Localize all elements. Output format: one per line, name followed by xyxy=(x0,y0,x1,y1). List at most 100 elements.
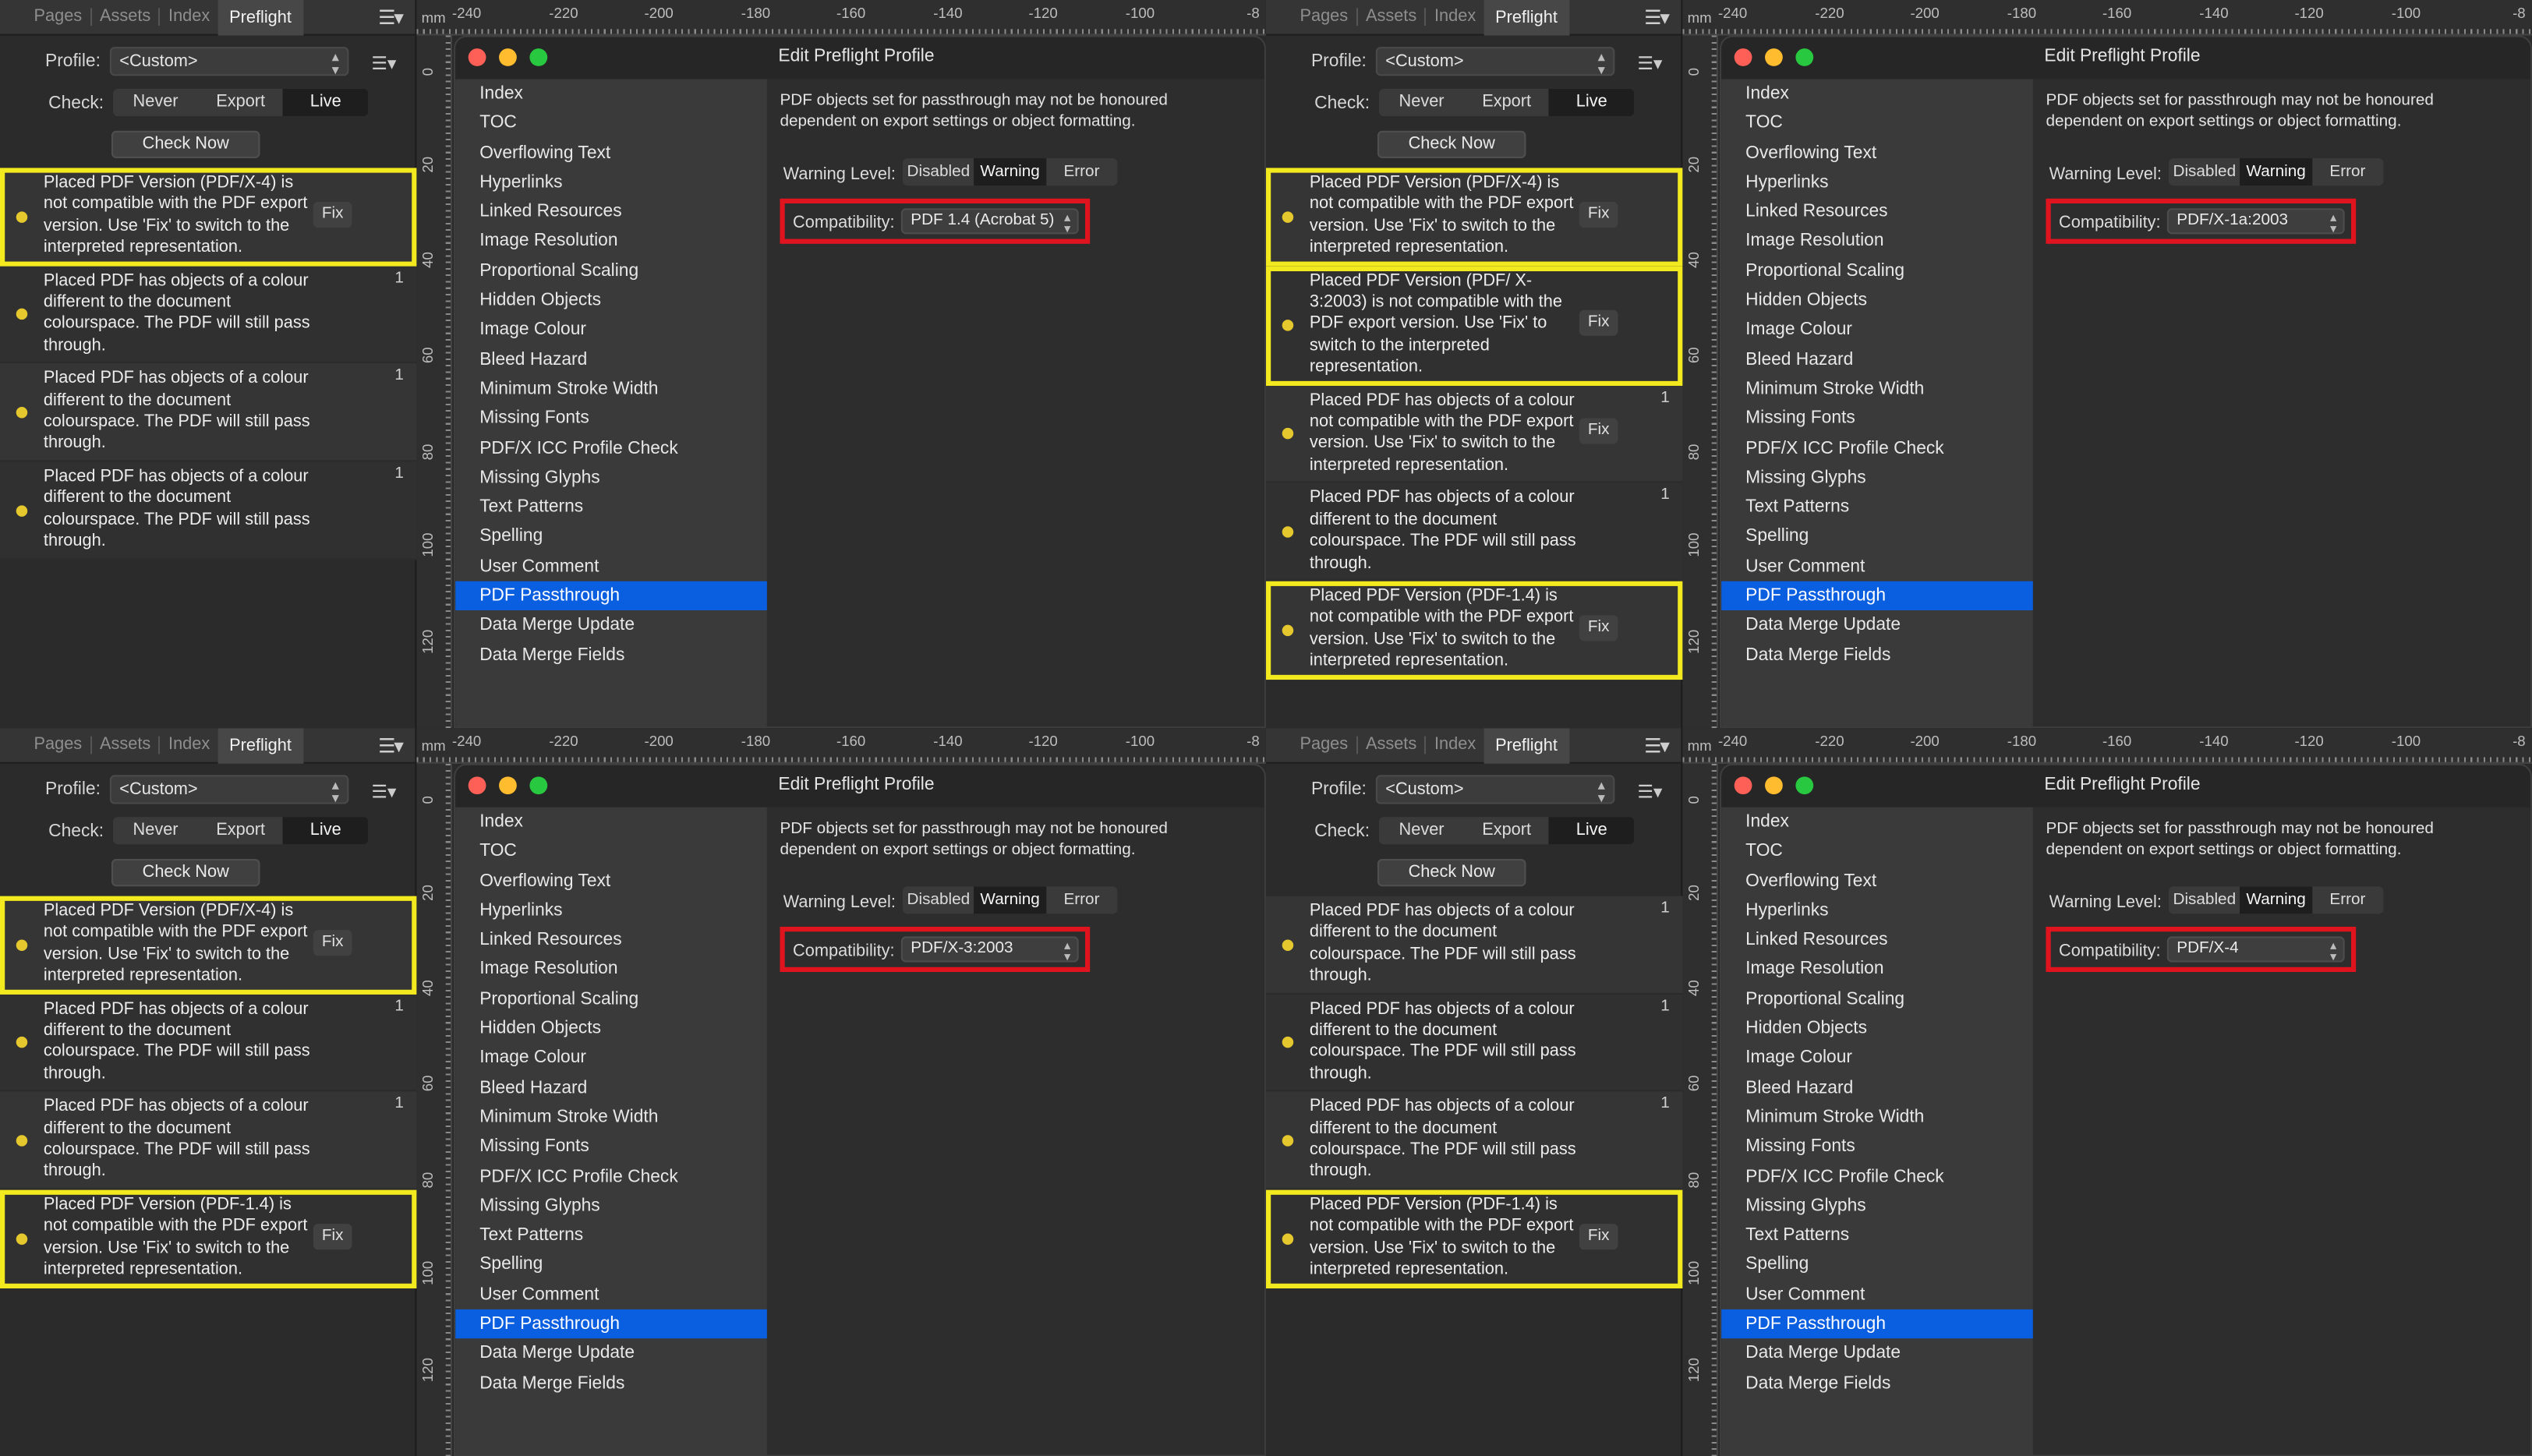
check-category-item[interactable]: Proportional Scaling xyxy=(1721,984,2033,1014)
preflight-issue-row[interactable]: Placed PDF Version (PDF-1.4) is not comp… xyxy=(1265,1189,1683,1288)
warning-level-error[interactable]: Error xyxy=(2312,886,2384,914)
preflight-issue-row[interactable]: Placed PDF has objects of a colour diffe… xyxy=(1265,1091,1683,1190)
maximize-window-button[interactable] xyxy=(1795,776,1814,795)
check-category-item[interactable]: Image Colour xyxy=(455,316,767,345)
tab-assets[interactable]: Assets xyxy=(1358,7,1427,27)
warning-level-warning[interactable]: Warning xyxy=(2240,157,2312,186)
horizontal-ruler[interactable]: mm -240 -220 -200 -180 -160 -140 -120 -100 -8 xyxy=(416,0,1266,36)
preflight-issue-row[interactable]: Placed PDF Version (PDF/X-4) is not comp… xyxy=(0,168,417,267)
warning-level-warning[interactable]: Warning xyxy=(2240,886,2312,914)
preflight-issue-row[interactable]: Placed PDF Version (PDF/X-4) is not comp… xyxy=(1265,168,1683,267)
check-category-item[interactable]: Image Colour xyxy=(455,1044,767,1073)
check-category-item[interactable]: Minimum Stroke Width xyxy=(455,1103,767,1133)
check-category-item[interactable]: Data Merge Fields xyxy=(1721,1369,2033,1398)
warning-level-error[interactable]: Error xyxy=(1046,158,1118,186)
check-category-item[interactable]: Proportional Scaling xyxy=(455,984,767,1014)
warning-level-error[interactable]: Error xyxy=(1046,886,1118,914)
check-category-item[interactable]: Linked Resources xyxy=(1721,925,2033,955)
check-option-never[interactable]: Never xyxy=(1379,817,1464,844)
check-category-item[interactable]: Data Merge Fields xyxy=(1721,641,2033,670)
check-category-item[interactable]: Missing Fonts xyxy=(455,1133,767,1162)
check-category-item[interactable]: Data Merge Update xyxy=(1721,1339,2033,1369)
check-category-item[interactable]: Linked Resources xyxy=(455,197,767,227)
check-category-item[interactable]: Hidden Objects xyxy=(1721,286,2033,316)
check-category-item[interactable]: PDF Passthrough xyxy=(455,1309,767,1339)
check-option-export[interactable]: Export xyxy=(198,817,283,844)
check-category-item[interactable]: Text Patterns xyxy=(455,493,767,522)
check-category-item[interactable]: Overflowing Text xyxy=(455,138,767,168)
fix-button[interactable]: Fix xyxy=(313,201,352,228)
check-category-item[interactable]: Spelling xyxy=(455,522,767,552)
compatibility-select[interactable]: PDF 1.4 (Acrobat 5) ▴ ▾ xyxy=(900,208,1079,235)
check-category-item[interactable]: Hyperlinks xyxy=(1721,896,2033,925)
check-now-button[interactable]: Check Now xyxy=(1377,130,1526,158)
hamburger-menu-icon[interactable]: ☰▾ xyxy=(378,734,404,757)
minimize-window-button[interactable] xyxy=(1765,48,1783,66)
vertical-ruler[interactable]: 0 20 40 60 80 100 120 xyxy=(1682,35,1718,729)
profile-select[interactable]: <Custom> ▴ ▾ xyxy=(109,775,349,805)
warning-level-error[interactable]: Error xyxy=(2312,158,2384,186)
fix-button[interactable]: Fix xyxy=(1579,419,1618,445)
fix-button[interactable]: Fix xyxy=(1579,201,1618,228)
profile-menu-icon[interactable]: ☰▾ xyxy=(1637,53,1662,74)
preflight-issue-row[interactable]: Placed PDF Version (PDF-1.4) is not comp… xyxy=(0,1189,417,1288)
check-category-item[interactable]: Hidden Objects xyxy=(1721,1014,2033,1044)
check-now-button[interactable]: Check Now xyxy=(111,858,260,887)
check-category-item[interactable]: PDF Passthrough xyxy=(455,581,767,611)
compatibility-select[interactable]: PDF/X-4 ▴ ▾ xyxy=(2166,936,2345,963)
fix-button[interactable]: Fix xyxy=(1579,1223,1618,1249)
check-category-item[interactable]: Spelling xyxy=(1721,1250,2033,1280)
check-category-item[interactable]: Data Merge Update xyxy=(455,1339,767,1369)
check-category-item[interactable]: PDF/X ICC Profile Check xyxy=(455,1162,767,1192)
tab-preflight[interactable]: Preflight xyxy=(1483,0,1569,35)
horizontal-ruler[interactable]: mm -240 -220 -200 -180 -160 -140 -120 -100 -8 xyxy=(1682,728,2532,764)
check-category-item[interactable]: Overflowing Text xyxy=(1721,867,2033,896)
tab-pages[interactable]: Pages xyxy=(26,736,92,755)
check-option-never[interactable]: Never xyxy=(113,817,198,844)
profile-menu-icon[interactable]: ☰▾ xyxy=(371,782,396,803)
compatibility-select[interactable]: PDF/X-3:2003 ▴ ▾ xyxy=(900,936,1079,963)
check-option-export[interactable]: Export xyxy=(1464,817,1549,844)
check-category-item[interactable]: Image Colour xyxy=(1721,316,2033,345)
hamburger-menu-icon[interactable]: ☰▾ xyxy=(1644,734,1670,757)
profile-select[interactable]: <Custom> ▴ ▾ xyxy=(1375,775,1615,805)
tab-index[interactable]: Index xyxy=(1427,7,1484,26)
check-option-live[interactable]: Live xyxy=(283,88,369,117)
check-category-item[interactable]: TOC xyxy=(455,837,767,867)
check-category-item[interactable]: Missing Glyphs xyxy=(455,1191,767,1221)
check-category-item[interactable]: Linked Resources xyxy=(455,925,767,955)
close-window-button[interactable] xyxy=(468,48,486,66)
fix-button[interactable]: Fix xyxy=(313,929,352,956)
check-category-item[interactable]: PDF/X ICC Profile Check xyxy=(1721,1162,2033,1192)
preflight-issue-row[interactable]: Placed PDF has objects of a colour diffe… xyxy=(0,461,417,560)
preflight-issue-row[interactable]: Placed PDF has objects of a colour diffe… xyxy=(0,266,417,364)
preflight-issue-row[interactable]: Placed PDF has objects of a colour diffe… xyxy=(1265,994,1683,1092)
check-category-item[interactable]: Proportional Scaling xyxy=(1721,256,2033,286)
check-category-item[interactable]: Overflowing Text xyxy=(1721,138,2033,168)
check-category-item[interactable]: Index xyxy=(1721,808,2033,837)
check-option-live[interactable]: Live xyxy=(1549,817,1635,845)
minimize-window-button[interactable] xyxy=(1765,776,1783,795)
check-now-button[interactable]: Check Now xyxy=(111,130,260,158)
fix-button[interactable]: Fix xyxy=(1579,614,1618,641)
check-category-item[interactable]: Spelling xyxy=(455,1250,767,1280)
fix-button[interactable]: Fix xyxy=(1579,310,1618,337)
check-now-button[interactable]: Check Now xyxy=(1377,858,1526,887)
check-category-item[interactable]: Missing Glyphs xyxy=(1721,463,2033,493)
tab-preflight[interactable]: Preflight xyxy=(1483,728,1569,763)
check-category-item[interactable]: Bleed Hazard xyxy=(455,1073,767,1103)
check-category-item[interactable]: Bleed Hazard xyxy=(1721,1073,2033,1103)
horizontal-ruler[interactable]: mm -240 -220 -200 -180 -160 -140 -120 -100 -8 xyxy=(416,728,1266,764)
close-window-button[interactable] xyxy=(468,776,486,795)
check-category-item[interactable]: Image Resolution xyxy=(455,227,767,256)
check-category-item[interactable]: Index xyxy=(455,79,767,108)
check-category-item[interactable]: Minimum Stroke Width xyxy=(1721,1103,2033,1133)
preflight-issue-row[interactable]: Placed PDF Version (PDF-1.4) is not comp… xyxy=(1265,581,1683,680)
tab-index[interactable]: Index xyxy=(1427,736,1484,755)
profile-menu-icon[interactable]: ☰▾ xyxy=(371,53,396,74)
close-window-button[interactable] xyxy=(1734,48,1752,66)
check-option-live[interactable]: Live xyxy=(1549,88,1635,117)
maximize-window-button[interactable] xyxy=(529,776,548,795)
maximize-window-button[interactable] xyxy=(1795,48,1814,66)
check-category-item[interactable]: Index xyxy=(455,808,767,837)
